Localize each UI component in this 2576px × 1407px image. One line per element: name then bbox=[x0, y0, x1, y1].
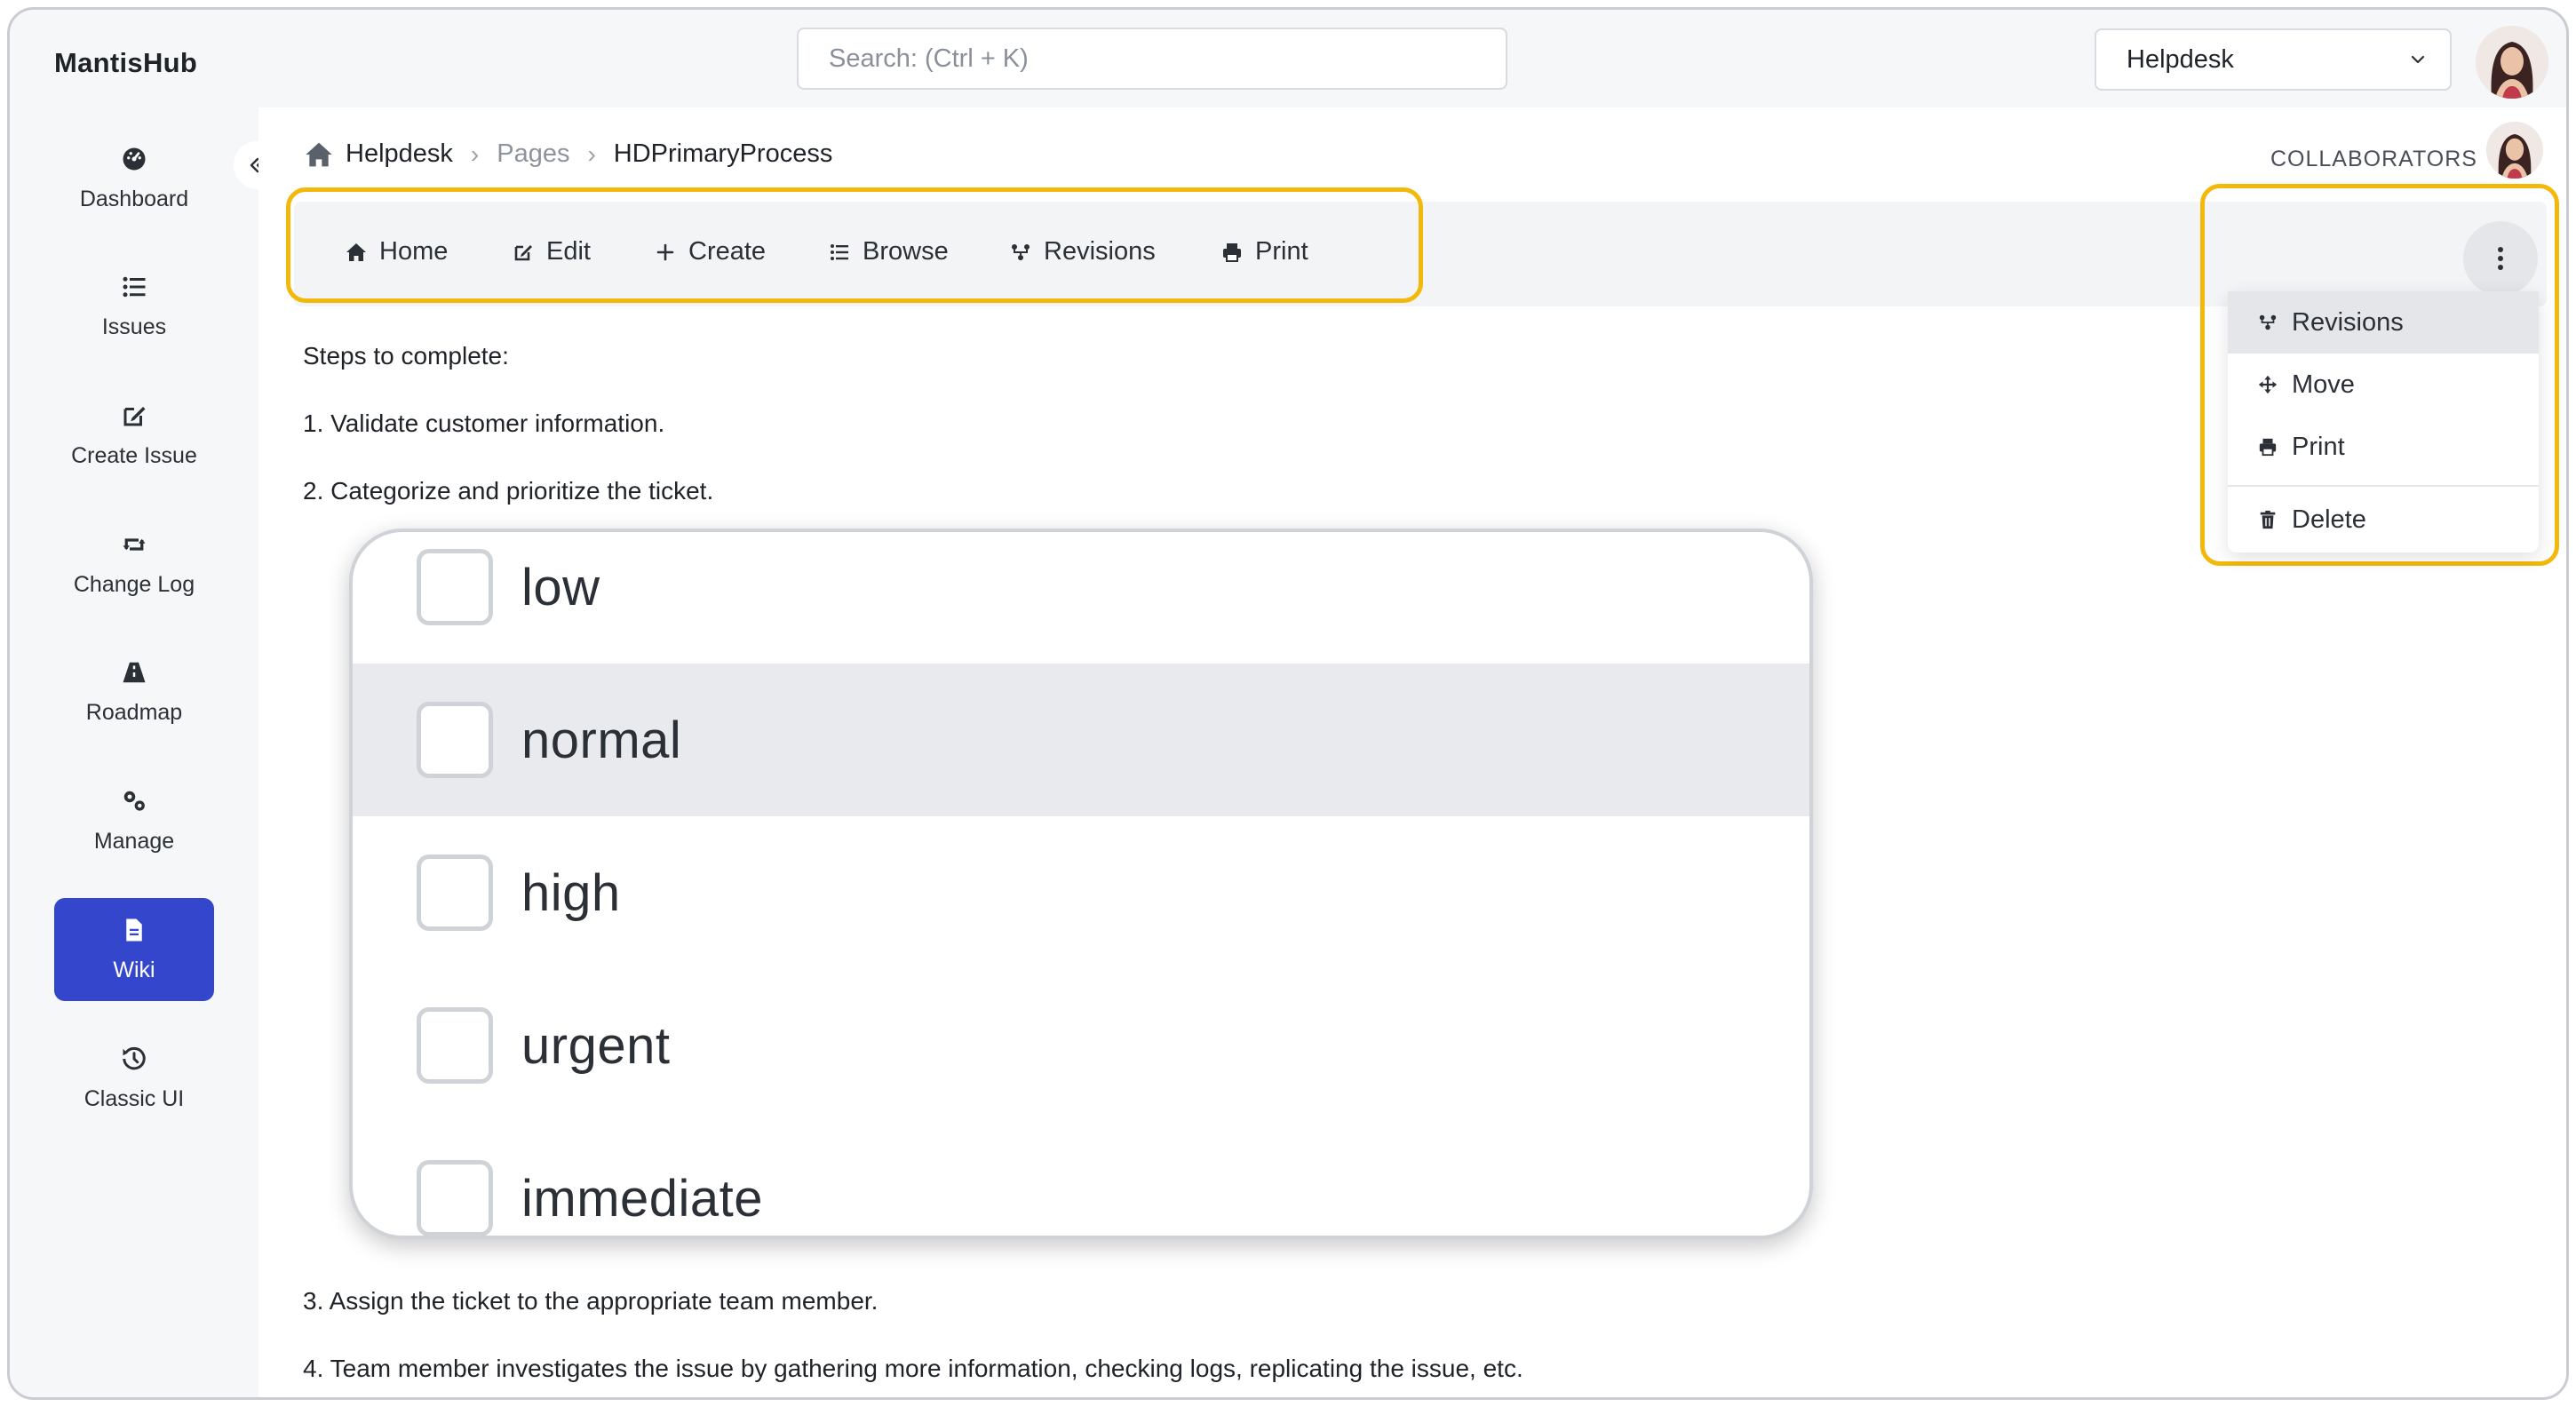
priority-label: low bbox=[521, 558, 600, 616]
sidebar-item-label: Create Issue bbox=[71, 442, 197, 468]
road-icon bbox=[123, 662, 146, 682]
vertical-dots-icon bbox=[2498, 247, 2503, 270]
sidebar-item-manage[interactable]: Manage bbox=[54, 769, 214, 872]
content-step-4: 4. Team member investigates the issue by… bbox=[303, 1355, 1523, 1382]
trash-icon bbox=[2260, 510, 2276, 529]
move-icon bbox=[2258, 375, 2278, 394]
user-avatar[interactable] bbox=[2476, 26, 2548, 99]
search-placeholder: Search: (Ctrl + K) bbox=[829, 44, 1029, 73]
menu-item-label: Delete bbox=[2292, 505, 2366, 534]
content-step-2: 2. Categorize and prioritize the ticket. bbox=[303, 477, 714, 505]
retweet-icon bbox=[123, 537, 146, 551]
sidebar-item-label: Wiki bbox=[113, 957, 155, 982]
sidebar-item-label: Change Log bbox=[73, 571, 195, 597]
priority-label: immediate bbox=[521, 1169, 764, 1228]
menu-item-label: Move bbox=[2292, 370, 2355, 399]
breadcrumb-separator-icon: › bbox=[587, 139, 596, 168]
menu-item-label: Print bbox=[2292, 432, 2345, 461]
menu-item-print[interactable]: Print bbox=[2228, 416, 2539, 478]
priority-option-low[interactable]: low bbox=[353, 532, 1809, 664]
priority-label: urgent bbox=[521, 1016, 671, 1075]
sidebar: Dashboard Issues Create Issue Change Log… bbox=[10, 107, 258, 1397]
menu-item-revisions[interactable]: Revisions bbox=[2228, 291, 2539, 354]
breadcrumb-pages[interactable]: Pages bbox=[497, 139, 569, 169]
history-icon bbox=[123, 1046, 146, 1069]
toolbar-label: Revisions bbox=[1044, 237, 1156, 266]
toolbar-label: Print bbox=[1255, 237, 1308, 266]
print-icon bbox=[1223, 242, 1241, 262]
more-options-menu: Revisions Move Print Delete bbox=[2228, 291, 2539, 552]
toolbar-label: Create bbox=[688, 237, 767, 266]
priority-checkbox[interactable] bbox=[417, 1007, 493, 1084]
priority-checkbox[interactable] bbox=[417, 549, 493, 625]
toolbar-edit-button[interactable]: Edit bbox=[513, 237, 591, 266]
wiki-toolbar: Home Edit Create Browse Revisions Print bbox=[294, 202, 2547, 306]
sidebar-item-change-log[interactable]: Change Log bbox=[54, 513, 214, 616]
priority-option-urgent[interactable]: urgent bbox=[353, 969, 1809, 1122]
sidebar-item-wiki[interactable]: Wiki bbox=[54, 898, 214, 1001]
file-icon bbox=[126, 918, 142, 941]
sidebar-item-label: Classic UI bbox=[83, 1085, 185, 1111]
breadcrumb-root[interactable]: Helpdesk bbox=[346, 139, 453, 169]
toolbar-create-button[interactable]: Create bbox=[655, 237, 766, 266]
sidebar-item-classic-ui[interactable]: Classic UI bbox=[54, 1027, 214, 1130]
toolbar-label: Browse bbox=[863, 237, 949, 266]
content-step-1: 1. Validate customer information. bbox=[303, 409, 665, 437]
more-options-button[interactable] bbox=[2463, 221, 2538, 296]
breadcrumb: Helpdesk › Pages › HDPrimaryProcess bbox=[305, 139, 832, 169]
home-icon[interactable] bbox=[305, 141, 333, 168]
dashboard-icon bbox=[123, 147, 146, 170]
chevron-down-icon bbox=[2411, 55, 2425, 64]
plus-icon bbox=[656, 243, 674, 260]
revisions-icon bbox=[2259, 314, 2277, 330]
search-input[interactable]: Search: (Ctrl + K) bbox=[797, 28, 1507, 90]
top-bar: MantisHub Search: (Ctrl + K) Helpdesk bbox=[10, 10, 2566, 107]
priority-checklist-zoom: low normal high urgent immediate bbox=[349, 529, 1813, 1239]
gears-icon bbox=[123, 791, 145, 811]
sidebar-item-roadmap[interactable]: Roadmap bbox=[54, 640, 214, 743]
priority-checkbox[interactable] bbox=[417, 1160, 493, 1236]
collaborators-label: COLLABORATORS bbox=[2270, 147, 2477, 171]
app-window: MantisHub Search: (Ctrl + K) Helpdesk Da… bbox=[7, 7, 2569, 1400]
toolbar-print-button[interactable]: Print bbox=[1221, 237, 1308, 266]
content-intro: Steps to complete: bbox=[303, 342, 509, 370]
menu-item-label: Revisions bbox=[2292, 307, 2404, 337]
toolbar-label: Edit bbox=[546, 237, 591, 266]
list-icon bbox=[123, 276, 146, 297]
breadcrumb-current: HDPrimaryProcess bbox=[613, 139, 833, 168]
priority-option-high[interactable]: high bbox=[353, 816, 1809, 969]
content-step-3: 3. Assign the ticket to the appropriate … bbox=[303, 1287, 879, 1315]
sidebar-item-create-issue[interactable]: Create Issue bbox=[54, 384, 214, 487]
priority-option-normal[interactable]: normal bbox=[353, 664, 1809, 816]
print-icon bbox=[2259, 438, 2277, 457]
edit-icon bbox=[123, 406, 146, 425]
home-icon bbox=[346, 242, 366, 261]
priority-checkbox[interactable] bbox=[417, 855, 493, 931]
toolbar-home-button[interactable]: Home bbox=[346, 237, 448, 266]
revisions-icon bbox=[1012, 243, 1030, 260]
priority-checkbox[interactable] bbox=[417, 702, 493, 778]
project-select[interactable]: Helpdesk bbox=[2095, 28, 2452, 91]
edit-icon bbox=[514, 244, 532, 260]
priority-label: high bbox=[521, 863, 621, 922]
breadcrumb-separator-icon: › bbox=[470, 139, 480, 168]
priority-option-immediate[interactable]: immediate bbox=[353, 1122, 1809, 1236]
sidebar-item-issues[interactable]: Issues bbox=[54, 255, 214, 358]
list-icon bbox=[831, 243, 848, 260]
sidebar-item-label: Manage bbox=[93, 828, 175, 854]
toolbar-label: Home bbox=[379, 237, 449, 266]
brand-logo[interactable]: MantisHub bbox=[54, 47, 197, 79]
sidebar-item-label: Dashboard bbox=[79, 186, 189, 211]
sidebar-item-dashboard[interactable]: Dashboard bbox=[54, 127, 214, 230]
sidebar-item-label: Issues bbox=[101, 314, 167, 339]
menu-item-delete[interactable]: Delete bbox=[2228, 489, 2539, 551]
menu-divider bbox=[2228, 485, 2539, 487]
menu-item-move[interactable]: Move bbox=[2228, 354, 2539, 416]
collaborator-avatar[interactable] bbox=[2486, 122, 2543, 179]
project-select-value: Helpdesk bbox=[2127, 44, 2234, 74]
sidebar-item-label: Roadmap bbox=[85, 699, 183, 725]
toolbar-revisions-button[interactable]: Revisions bbox=[1010, 237, 1156, 266]
toolbar-browse-button[interactable]: Browse bbox=[829, 237, 949, 266]
priority-label: normal bbox=[521, 711, 682, 769]
